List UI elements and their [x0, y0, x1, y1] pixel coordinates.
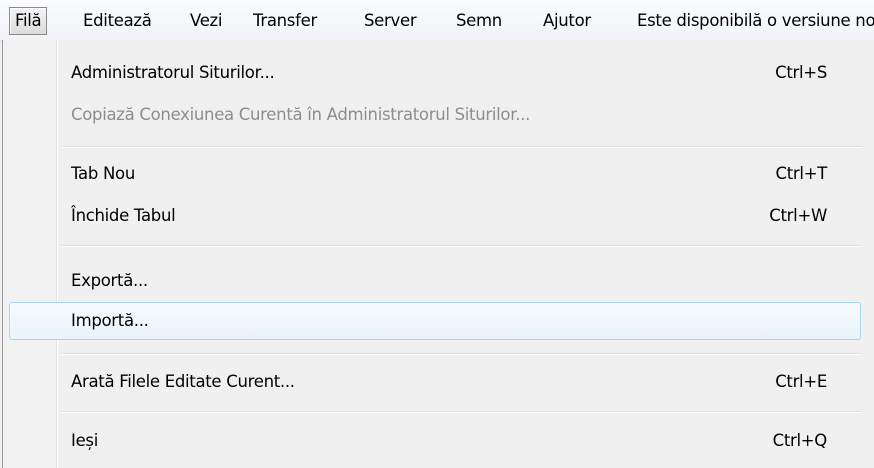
menu-server[interactable]: Server — [364, 8, 417, 34]
menu-item-shortcut: Ctrl+Q — [772, 431, 828, 450]
menu-separator — [61, 245, 861, 247]
menu-help[interactable]: Ajutor — [543, 8, 591, 34]
menu-edit[interactable]: Editează — [83, 8, 152, 34]
menu-item-label: Arată Filele Editate Curent... — [71, 372, 295, 391]
menu-item-shortcut: Ctrl+T — [775, 164, 828, 183]
menu-item-copy-connection-to-site-manager[interactable]: Copiază Conexiunea Curentă în Administra… — [9, 96, 861, 134]
menu-separator — [61, 353, 861, 355]
menu-item-new-tab[interactable]: Tab Nou Ctrl+T — [9, 155, 861, 193]
menu-item-label: Închide Tabul — [71, 206, 176, 225]
menu-bar: Filă Editează Vezi Transfer Server Semn … — [0, 0, 874, 41]
menu-item-label: Tab Nou — [71, 164, 135, 183]
menu-bookmarks[interactable]: Semn — [456, 8, 502, 34]
menu-item-close-tab[interactable]: Închide Tabul Ctrl+W — [9, 197, 861, 235]
menu-item-exit[interactable]: Ieși Ctrl+Q — [9, 422, 861, 460]
menu-file[interactable]: Filă — [9, 7, 48, 35]
menu-item-label: Importă... — [71, 311, 149, 330]
menu-item-import[interactable]: Importă... — [9, 302, 861, 340]
menu-item-label: Administratorul Siturilor... — [71, 63, 275, 82]
menu-view[interactable]: Vezi — [190, 8, 223, 34]
menu-item-export[interactable]: Exportă... — [9, 262, 861, 300]
menu-separator — [61, 146, 861, 148]
menu-transfer[interactable]: Transfer — [253, 8, 317, 34]
menu-new-version[interactable]: Este disponibilă o versiune nouă! — [637, 8, 874, 34]
menu-item-label: Copiază Conexiunea Curentă în Administra… — [71, 105, 531, 124]
menu-item-shortcut: Ctrl+W — [769, 206, 827, 225]
menu-item-label: Ieși — [71, 431, 98, 450]
menu-separator — [61, 411, 861, 413]
menu-item-label: Exportă... — [71, 271, 148, 290]
menu-item-shortcut: Ctrl+E — [775, 372, 827, 391]
file-menu-dropdown: Administratorul Siturilor... Ctrl+S Copi… — [2, 40, 874, 468]
menu-item-shortcut: Ctrl+S — [775, 63, 827, 82]
menu-item-site-manager[interactable]: Administratorul Siturilor... Ctrl+S — [9, 54, 861, 92]
menu-item-show-edited-files[interactable]: Arată Filele Editate Curent... Ctrl+E — [9, 363, 861, 401]
